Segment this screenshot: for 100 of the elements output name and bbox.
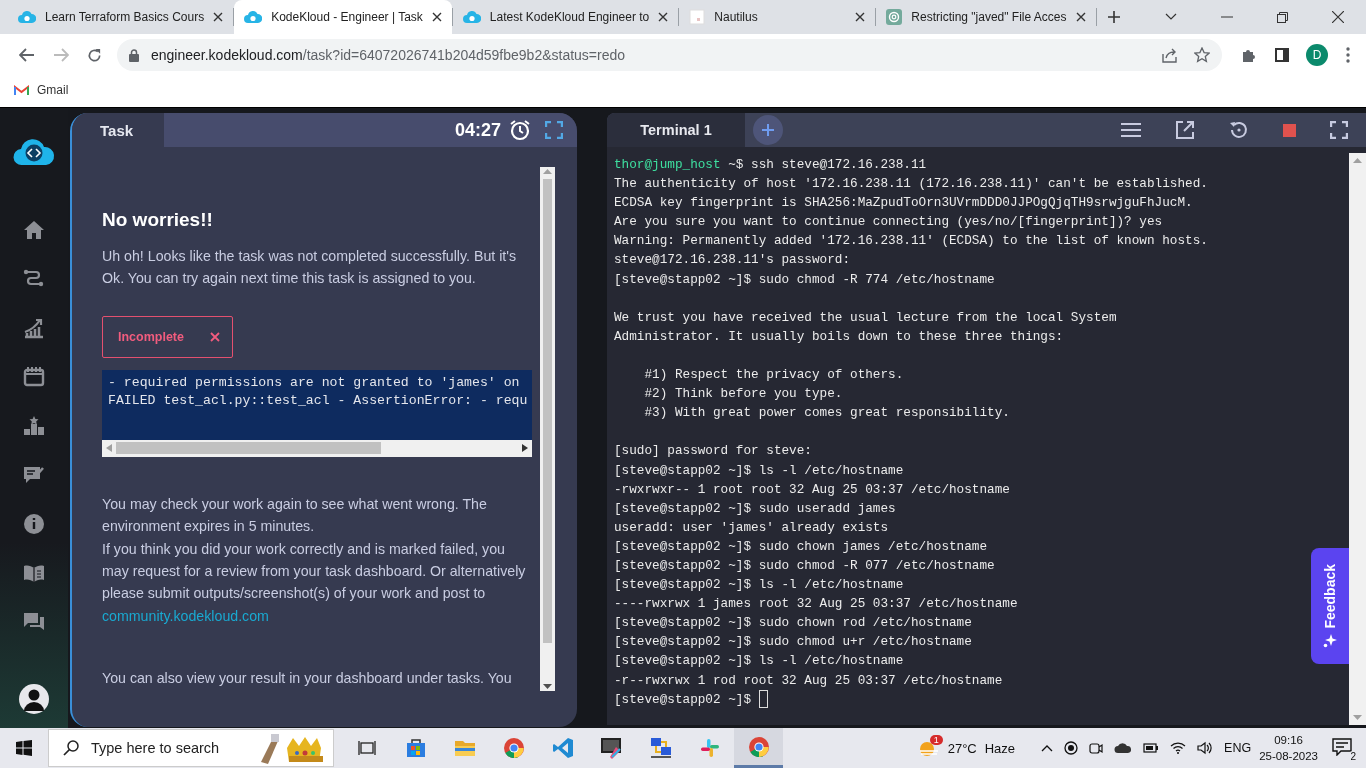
terminal-line: Are you sure you want to continue connecting (yes/no/[fingerprint])? yes xyxy=(614,213,1163,232)
weather-text: Haze xyxy=(984,740,1016,756)
terminal-line: -rwxrwxr-- 1 root root 32 Aug 25 03:37 /etc/hostname xyxy=(614,480,1010,499)
growth-chart-icon[interactable] xyxy=(22,316,46,340)
terminal-line: [steve@stapp02 ~]$ sudo chown rod /etc/hostname xyxy=(614,614,972,633)
add-terminal-icon[interactable] xyxy=(753,115,783,145)
terminal-line: ECDSA key fingerprint is SHA256:MaZpudToOrn3UVrmDDD0JJPOgQjqTH9srwjguFhJucM. xyxy=(614,194,1193,213)
terminal-line: [steve@stapp02 ~]$ sudo chmod -R 077 /etc/hostname xyxy=(614,556,995,575)
battery-icon[interactable] xyxy=(1143,742,1160,754)
address-bar[interactable]: engineer.kodekloud.com/task?id=64072026741b204d59fbe9b2&status=redo xyxy=(117,39,1222,71)
menu-icon[interactable] xyxy=(1346,47,1350,63)
star-icon[interactable] xyxy=(1194,47,1210,63)
alarm-clock-icon xyxy=(509,119,531,141)
terminal-line: #3) With great power comes great responsibility. xyxy=(643,404,1010,423)
profile-avatar[interactable]: D xyxy=(1306,44,1328,66)
terminal-line: [steve@stapp02 ~]$ sudo chmod u+r /etc/hostname xyxy=(614,633,972,652)
network-computers-icon[interactable] xyxy=(648,737,673,759)
page-icon xyxy=(689,9,706,25)
community-link[interactable]: community.kodekloud.com xyxy=(102,607,269,624)
terminal-line: #1) Respect the privacy of others. xyxy=(643,366,904,385)
close-icon[interactable] xyxy=(658,12,669,22)
terminal-line: [steve@stapp02 ~]$ sudo useradd james xyxy=(614,499,896,518)
chrome-icon[interactable] xyxy=(502,737,525,759)
search-field[interactable]: Type here to search xyxy=(48,729,334,767)
terminal-line: #2) Think before you type. xyxy=(643,385,843,404)
terminal-line: useradd: user 'james' already exists xyxy=(614,518,889,537)
avatar-icon[interactable] xyxy=(19,684,49,714)
terminal-line: Warning: Permanently added '172.16.238.11' (ECDSA) to the list of known hosts. xyxy=(614,232,1208,251)
fullscreen-icon[interactable] xyxy=(545,121,563,139)
fullscreen-icon[interactable] xyxy=(1330,121,1348,139)
calendar-icon[interactable] xyxy=(22,365,46,389)
restore-icon[interactable] xyxy=(1277,11,1288,23)
back-icon[interactable] xyxy=(19,48,35,62)
browser-tab[interactable]: Nautilus xyxy=(679,4,876,30)
info-text: If you think you did your work correctly and is marked failed, you may request for a review from your task dashboard. Or alternatively please submit outputs/screenshot(s) of your work and post to community.kodekloud.com xyxy=(102,539,527,626)
store-icon[interactable] xyxy=(404,737,427,759)
external-link-icon[interactable] xyxy=(1175,120,1195,140)
notification-icon[interactable] xyxy=(1332,737,1352,756)
search-icon xyxy=(63,740,79,756)
share-icon[interactable] xyxy=(1162,47,1178,63)
close-icon[interactable] xyxy=(855,12,866,22)
info-text: You can also view your result in your dashboard under tasks. You xyxy=(102,669,513,689)
chevron-down-icon[interactable] xyxy=(1165,13,1177,21)
temperature: 27°C xyxy=(947,740,977,756)
windows-start-icon[interactable] xyxy=(16,740,32,756)
leaderboard-icon[interactable] xyxy=(22,414,46,438)
browser-tab[interactable]: Learn Terraform Basics Cours xyxy=(8,4,234,30)
clock[interactable]: 09:16 25-08-2023 xyxy=(1259,732,1318,764)
panel-tab[interactable]: Task xyxy=(72,113,164,147)
browser-tab[interactable]: KodeKloud - Engineer | Task xyxy=(234,0,452,34)
folder-icon[interactable] xyxy=(453,738,476,758)
scroll-down-icon[interactable] xyxy=(543,683,552,691)
weather-sun-icon[interactable] xyxy=(917,739,940,757)
cloud-icon xyxy=(244,10,263,24)
language-indicator[interactable]: ENG xyxy=(1224,741,1252,755)
terminal-line: The authenticity of host '172.16.238.11 (172.16.238.11)' can't be established. xyxy=(614,175,1208,194)
history-icon[interactable] xyxy=(1229,120,1249,140)
close-icon[interactable] xyxy=(431,12,442,22)
terminal-line: [sudo] password for steve: xyxy=(614,442,812,461)
puzzle-icon[interactable] xyxy=(1241,47,1257,63)
close-icon[interactable] xyxy=(213,12,224,22)
task-view-icon[interactable] xyxy=(357,740,376,756)
terminal-line: thor@jump_host ~$ ssh steve@172.16.238.11 xyxy=(614,156,927,174)
close-icon[interactable] xyxy=(1332,11,1344,23)
browser-tab[interactable]: Latest KodeKloud Engineer to xyxy=(452,4,679,30)
intro-text: Uh oh! Looks like the task was not completed successfully. But it's Ok. You can try again next time this task is assigned to you. xyxy=(102,247,518,289)
notification-count: 2 xyxy=(1348,750,1358,762)
info-icon[interactable] xyxy=(22,512,46,536)
terminal-line: [steve@stapp02 ~]$ ls -l /etc/hostname xyxy=(614,652,904,671)
reload-icon[interactable] xyxy=(87,47,102,63)
camera-icon[interactable] xyxy=(1089,741,1104,755)
terminal-line: [steve@stapp02 ~]$ sudo chmod -R 774 /etc/hostname xyxy=(614,270,995,289)
close-icon[interactable] xyxy=(1075,12,1086,22)
record-icon[interactable] xyxy=(1064,741,1079,755)
stop-icon[interactable] xyxy=(1283,123,1296,137)
side-panel-icon[interactable] xyxy=(1275,48,1289,62)
heading: No worries!! xyxy=(102,209,214,231)
home-icon[interactable] xyxy=(22,218,46,242)
cloud-icon[interactable] xyxy=(1114,742,1133,754)
chevron-up-icon[interactable] xyxy=(1041,744,1054,752)
cloud-icon xyxy=(18,10,36,24)
terminal-tab[interactable]: Terminal 1 xyxy=(607,113,745,147)
snipping-icon[interactable] xyxy=(599,737,624,759)
chrome-icon[interactable] xyxy=(747,735,770,758)
cloud-logo[interactable] xyxy=(13,138,55,166)
scroll-right-icon[interactable] xyxy=(522,444,528,453)
knot-icon xyxy=(886,9,903,25)
vertical-scrollbar[interactable] xyxy=(540,167,555,691)
menu-icon[interactable] xyxy=(1121,123,1141,137)
sparkle-icon xyxy=(1323,634,1337,649)
slack-icon[interactable] xyxy=(699,738,720,758)
code-editor-icon[interactable] xyxy=(551,737,574,759)
mail-icon xyxy=(14,84,29,96)
browser-tab[interactable]: Restricting "javed" File Acces xyxy=(876,4,1096,30)
feedback-button[interactable]: Feedback xyxy=(1311,548,1349,664)
speaker-icon[interactable] xyxy=(1197,741,1214,755)
wifi-icon[interactable] xyxy=(1170,742,1187,754)
bookmark[interactable]: Gmail xyxy=(14,83,69,97)
terminal-line: [steve@stapp02 ~]$ ls -l /etc/hostname xyxy=(614,576,904,595)
lock-icon xyxy=(129,48,139,62)
